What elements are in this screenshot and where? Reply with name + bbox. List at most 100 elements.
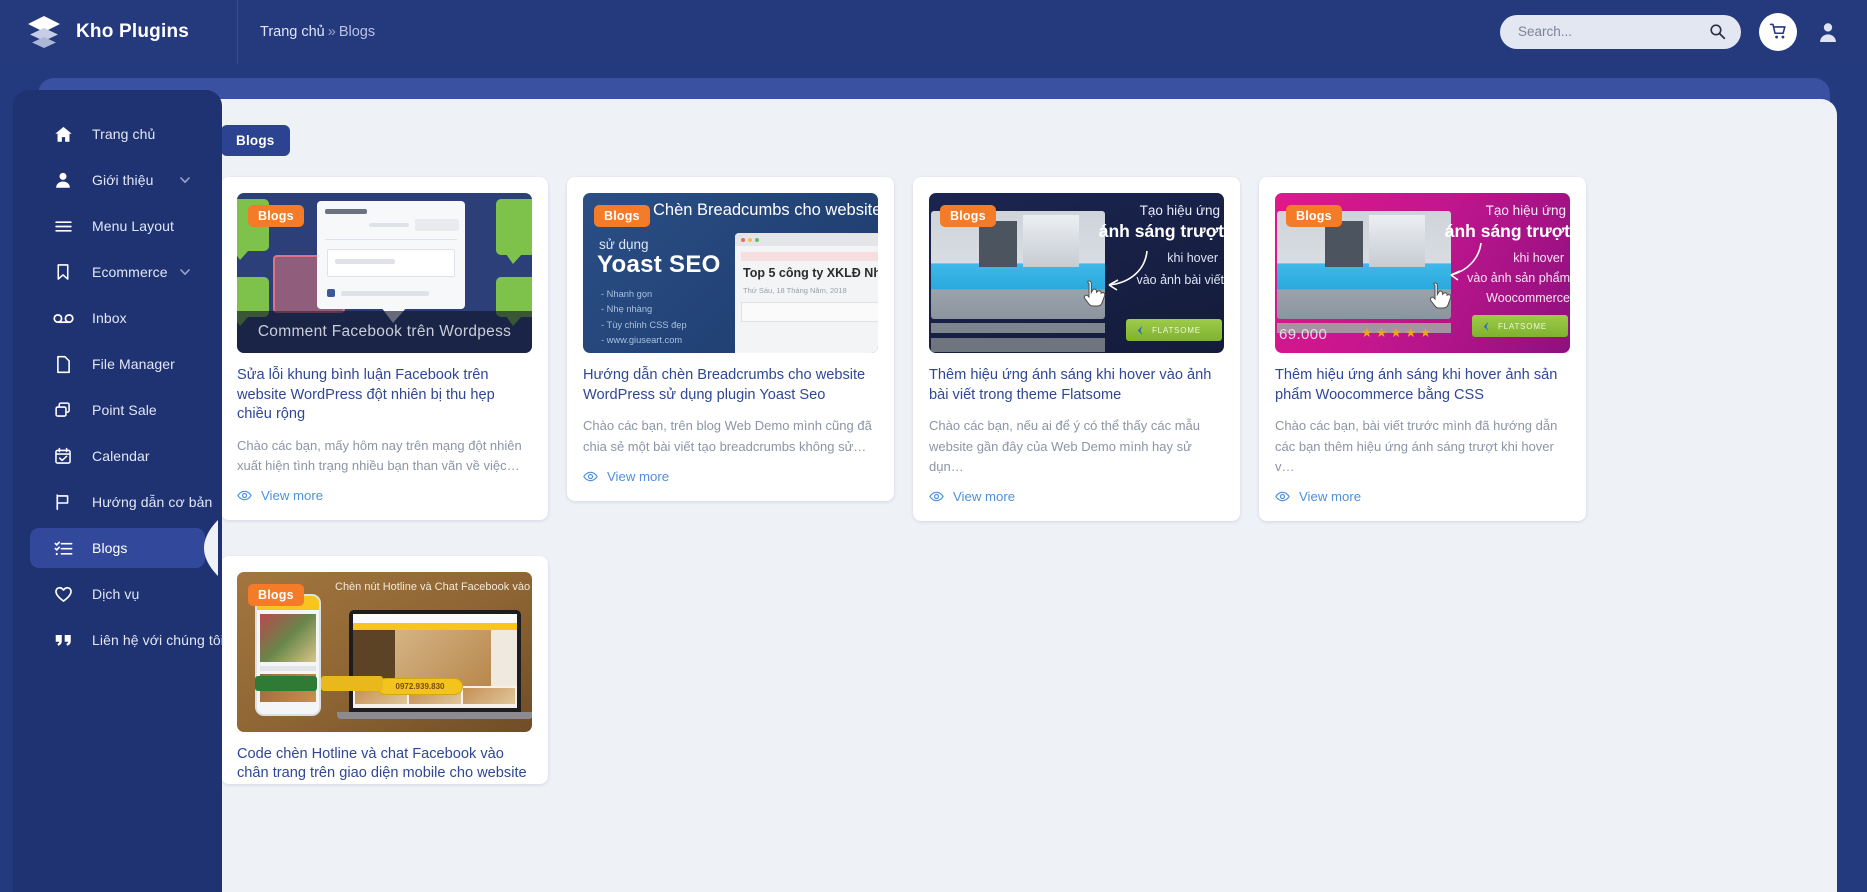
thumb-line-2: ánh sáng trượt [1098,221,1224,241]
thumb-star-rating: ★★★★★ [1361,325,1435,340]
category-badge: Blogs [940,205,996,227]
hotline-badge: 0972.939.830 [377,677,463,695]
header-actions [1500,12,1867,51]
eye-icon [1275,489,1290,504]
blog-card[interactable]: 69.000 ★★★★★ Tạo hiệu ứng ánh sáng trượt… [1259,177,1586,521]
card-title[interactable]: Thêm hiệu ứng ánh sáng khi hover vào ảnh… [929,366,1224,405]
view-more-label: View more [607,468,670,484]
view-more-link[interactable]: View more [1275,489,1570,521]
chevron-down-icon[interactable] [179,266,191,278]
sidebar-item-label: Blogs [92,540,128,556]
sidebar-item-blogs[interactable]: Blogs [30,520,218,576]
card-description: Chào các bạn, trên blog Web Demo mình cũ… [583,418,872,454]
flatsome-button: FLATSOME [1126,319,1222,341]
eye-icon [583,469,598,484]
thumb-line-3: khi hover [1513,251,1564,265]
sidebar-item-h-ng-d-n-c-b-n[interactable]: Hướng dẫn cơ bản [30,482,212,522]
blog-card[interactable]: Tạo hiệu ứng ánh sáng trượt khi hover và… [913,177,1240,521]
search-icon[interactable] [1707,22,1727,42]
blog-card-grid: Comment Facebook trên Wordpess Blogs Sửa… [221,177,1813,785]
sidebar-item-label: Inbox [92,310,127,326]
category-badge: Blogs [248,205,304,227]
top-header-bar: Kho Plugins Trang chủ» Blogs [0,0,1867,64]
card-thumbnail: Comment Facebook trên Wordpess Blogs [237,193,532,353]
flatsome-button: FLATSOME [1472,315,1568,337]
sidebar-item-li-n-h-v-i-ch-ng-t-i[interactable]: Liên hệ với chúng tôi [30,620,224,660]
home-icon [52,123,74,145]
view-more-label: View more [953,488,1016,504]
sidebar-item-menu-layout[interactable]: Menu Layout [30,206,205,246]
chevron-down-icon[interactable] [179,174,191,186]
copy-icon [52,399,74,421]
thumb-browser-meta: Thứ Sáu, 18 Tháng Năm, 2018 [743,286,847,295]
sidebar-item-ecommerce[interactable]: Ecommerce [30,252,205,292]
thumb-line-1: Tạo hiệu ứng [1485,203,1566,218]
view-more-link[interactable]: View more [583,469,878,501]
thumb-line-2: ánh sáng trượt [1444,221,1570,241]
blog-card[interactable]: Chèn Breadcumbs cho website sử dụng Yoas… [567,177,894,501]
sidebar-item-label: Menu Layout [92,218,175,234]
sidebar-item-inbox[interactable]: Inbox [30,298,205,338]
card-title[interactable]: Code chèn Hotline và chat Facebook vào c… [237,745,532,784]
card-title[interactable]: Sửa lỗi khung bình luận Facebook trên we… [237,366,532,425]
sidebar-item-trang-ch[interactable]: Trang chủ [30,114,205,154]
sidebar-item-label: Liên hệ với chúng tôi [92,632,224,648]
card-description: Chào các bạn, bài viết trước mình đã hướ… [1275,418,1558,474]
view-more-label: View more [1299,488,1362,504]
blogs-section-tag[interactable]: Blogs [221,125,290,156]
blog-card[interactable]: Chèn nút Hotline và Chat Facebook vào we… [221,555,548,785]
view-more-link[interactable]: View more [237,488,532,520]
breadcrumb-separator: » [327,23,336,40]
search-input[interactable] [1518,24,1707,39]
card-thumbnail: Tạo hiệu ứng ánh sáng trượt khi hover và… [929,193,1224,353]
user-icon [52,169,74,191]
user-avatar-icon[interactable] [1815,17,1841,47]
file-icon [52,353,74,375]
brand-block[interactable]: Kho Plugins [0,0,238,64]
chat-facebook-button [255,675,317,691]
arrow-icon [1450,242,1482,281]
view-more-label: View more [261,488,324,504]
sidebar-item-gi-i-thi-u[interactable]: Giới thiệu [30,160,205,200]
flag-icon [52,491,74,513]
card-thumbnail: Chèn nút Hotline và Chat Facebook vào we… [237,571,532,732]
thumb-price: 69.000 [1279,326,1328,343]
shopping-cart-icon[interactable] [1759,12,1797,51]
sidebar-item-point-sale[interactable]: Point Sale [30,390,205,430]
sidebar-item-label: Giới thiệu [92,172,154,188]
thumb-browser-title: Top 5 công ty XKLĐ Nhậ [743,266,878,280]
brand-name: Kho Plugins [76,20,190,42]
card-description: Chào các bạn, mấy hôm nay trên mạng đột … [237,438,522,474]
thumb-subtitle: sử dụng [599,237,649,252]
sidebar-item-label: Calendar [92,448,150,464]
sidebar-item-label: Point Sale [92,402,157,418]
breadcrumb-home[interactable]: Trang chủ [260,24,325,40]
category-badge: Blogs [1286,205,1342,227]
bookmark-icon [52,261,74,283]
card-thumbnail: Chèn Breadcumbs cho website sử dụng Yoas… [583,193,878,353]
sidebar-item-file-manager[interactable]: File Manager [30,344,205,384]
layers-icon [26,15,62,49]
sidebar-item-label: File Manager [92,356,175,372]
thumbnail-caption: Chèn nút Hotline và Chat Facebook vào we… [335,580,532,593]
hamburger-menu-icon [52,215,74,237]
blog-card[interactable]: Comment Facebook trên Wordpess Blogs Sửa… [221,177,548,521]
eye-icon [929,489,944,504]
sidebar-item-d-ch-v[interactable]: Dịch vụ [30,574,205,614]
eye-icon [237,488,252,503]
search-box[interactable] [1500,14,1741,49]
category-badge: Blogs [248,583,304,606]
thumb-line-3: khi hover [1167,251,1218,265]
view-more-link[interactable]: View more [929,489,1224,521]
card-title[interactable]: Hướng dẫn chèn Breadcrumbs cho website W… [583,366,878,405]
sidebar-item-calendar[interactable]: Calendar [30,436,205,476]
sidebar-item-label: Dịch vụ [92,586,140,602]
card-title[interactable]: Thêm hiệu ứng ánh sáng khi hover ảnh sản… [1275,366,1570,405]
category-badge: Blogs [594,205,650,227]
arrow-icon [1108,250,1148,291]
calendar-check-icon [52,445,74,467]
cursor-hand-icon [1427,281,1453,311]
active-item-notch [204,520,218,576]
card-description: Chào các bạn, nếu ai để ý có thể thấy cá… [929,418,1201,474]
breadcrumb: Trang chủ» Blogs [260,24,375,40]
